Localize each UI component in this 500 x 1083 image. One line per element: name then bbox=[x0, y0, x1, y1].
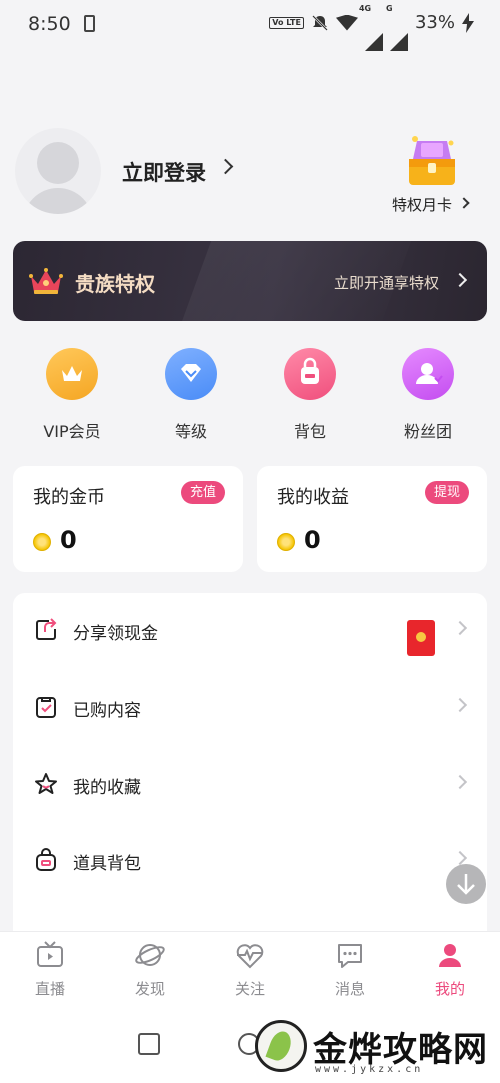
coins-title: 我的金币 bbox=[33, 487, 105, 508]
menu-item-label: 已购内容 bbox=[73, 701, 141, 721]
coins-amount: 0 bbox=[60, 526, 77, 554]
user-icon bbox=[439, 944, 461, 967]
treasure-chest-icon bbox=[409, 136, 455, 185]
menu-item-label: 道具背包 bbox=[73, 854, 141, 874]
backpack-icon bbox=[284, 348, 336, 400]
purchased-icon bbox=[36, 697, 56, 718]
status-time: 8:50 bbox=[28, 13, 71, 35]
wifi-icon bbox=[335, 14, 358, 31]
watermark: 金烨攻略网 www.jykzx.cn bbox=[255, 1020, 500, 1080]
tab-mine[interactable]: 我的 bbox=[400, 940, 500, 999]
login-link[interactable]: 立即登录 bbox=[122, 157, 206, 187]
menu-item-purchased[interactable]: 已购内容 bbox=[13, 678, 487, 738]
tab-label: 关注 bbox=[234, 980, 265, 998]
arrow-down-icon bbox=[457, 874, 475, 895]
chevron-right-icon bbox=[452, 697, 468, 713]
chevron-right-icon bbox=[217, 158, 234, 175]
withdraw-button[interactable]: 提现 bbox=[424, 481, 469, 504]
coin-icon bbox=[277, 533, 295, 551]
tab-follow[interactable]: 关注 bbox=[200, 940, 300, 999]
noble-privilege-banner[interactable]: 贵族特权 立即开通享特权 bbox=[13, 241, 487, 321]
privilege-card-label[interactable]: 特权月卡 bbox=[392, 194, 452, 215]
status-icons: Vo LTE 4G G 33% bbox=[269, 4, 474, 51]
bag-icon bbox=[36, 848, 56, 871]
tv-icon bbox=[37, 941, 63, 967]
battery-percent: 33% bbox=[414, 12, 455, 33]
sim-icon bbox=[84, 15, 95, 32]
avatar[interactable] bbox=[15, 128, 101, 214]
quick-fan-group-label: 粉丝团 bbox=[403, 422, 452, 441]
status-bar: 8:50 Vo LTE 4G G 33% bbox=[0, 0, 500, 52]
quick-backpack[interactable]: 背包 bbox=[270, 348, 350, 442]
earnings-title: 我的收益 bbox=[277, 487, 349, 508]
heartbeat-icon bbox=[236, 944, 264, 969]
chevron-right-icon bbox=[452, 774, 468, 790]
quick-backpack-label: 背包 bbox=[293, 422, 326, 441]
crown-icon bbox=[46, 348, 98, 400]
quick-vip[interactable]: VIP会员 bbox=[32, 348, 112, 442]
tab-messages[interactable]: 消息 bbox=[300, 940, 400, 999]
coins-card[interactable]: 我的金币 充值 0 bbox=[13, 466, 243, 572]
tab-discover[interactable]: 发现 bbox=[100, 940, 200, 999]
recharge-button[interactable]: 充值 bbox=[180, 481, 225, 504]
crown-icon bbox=[29, 268, 63, 294]
noble-open-action[interactable]: 立即开通享特权 bbox=[334, 272, 439, 293]
menu-item-prop-bag[interactable]: 道具背包 bbox=[13, 831, 487, 891]
earnings-amount: 0 bbox=[304, 526, 321, 554]
quick-vip-label: VIP会员 bbox=[43, 422, 101, 441]
charging-icon bbox=[462, 12, 474, 33]
tab-label: 发现 bbox=[134, 980, 165, 998]
watermark-url: www.jykzx.cn bbox=[315, 1064, 424, 1075]
quick-level[interactable]: 等级 bbox=[151, 348, 231, 442]
signal-icon: 4G bbox=[359, 4, 383, 51]
coin-icon bbox=[33, 533, 51, 551]
noble-title: 贵族特权 bbox=[75, 272, 155, 296]
chevron-right-icon bbox=[452, 272, 468, 288]
watermark-logo-icon bbox=[255, 1020, 307, 1072]
chevron-right-icon bbox=[452, 850, 468, 866]
menu-item-favorites[interactable]: 我的收藏 bbox=[13, 755, 487, 815]
earnings-card[interactable]: 我的收益 提现 0 bbox=[257, 466, 487, 572]
volte-icon: Vo LTE bbox=[269, 16, 304, 29]
menu-item-label: 我的收藏 bbox=[73, 778, 141, 798]
bottom-nav: 直播 发现 关注 消息 我的 bbox=[0, 931, 500, 1013]
recents-button[interactable] bbox=[138, 1033, 160, 1055]
star-icon bbox=[35, 773, 57, 794]
mute-icon bbox=[312, 14, 328, 31]
menu-list: 分享领现金 已购内容 我的收藏 道具背包 bbox=[13, 593, 487, 933]
menu-item-label: 分享领现金 bbox=[73, 624, 158, 644]
tab-label: 直播 bbox=[34, 980, 65, 998]
planet-icon bbox=[135, 944, 165, 966]
quick-fan-group[interactable]: 粉丝团 bbox=[388, 348, 468, 442]
scroll-down-button[interactable] bbox=[446, 864, 486, 904]
fan-group-icon bbox=[402, 348, 454, 400]
chevron-right-icon bbox=[452, 620, 468, 636]
diamond-icon bbox=[165, 348, 217, 400]
share-icon bbox=[36, 618, 57, 640]
menu-item-share[interactable]: 分享领现金 bbox=[13, 601, 487, 661]
red-packet-icon bbox=[407, 620, 435, 656]
quick-level-label: 等级 bbox=[174, 422, 207, 441]
message-icon bbox=[338, 944, 362, 968]
signal-icon-2: G bbox=[386, 4, 408, 51]
tab-live[interactable]: 直播 bbox=[0, 940, 100, 999]
tab-label: 消息 bbox=[334, 980, 365, 998]
tab-label: 我的 bbox=[434, 980, 465, 998]
